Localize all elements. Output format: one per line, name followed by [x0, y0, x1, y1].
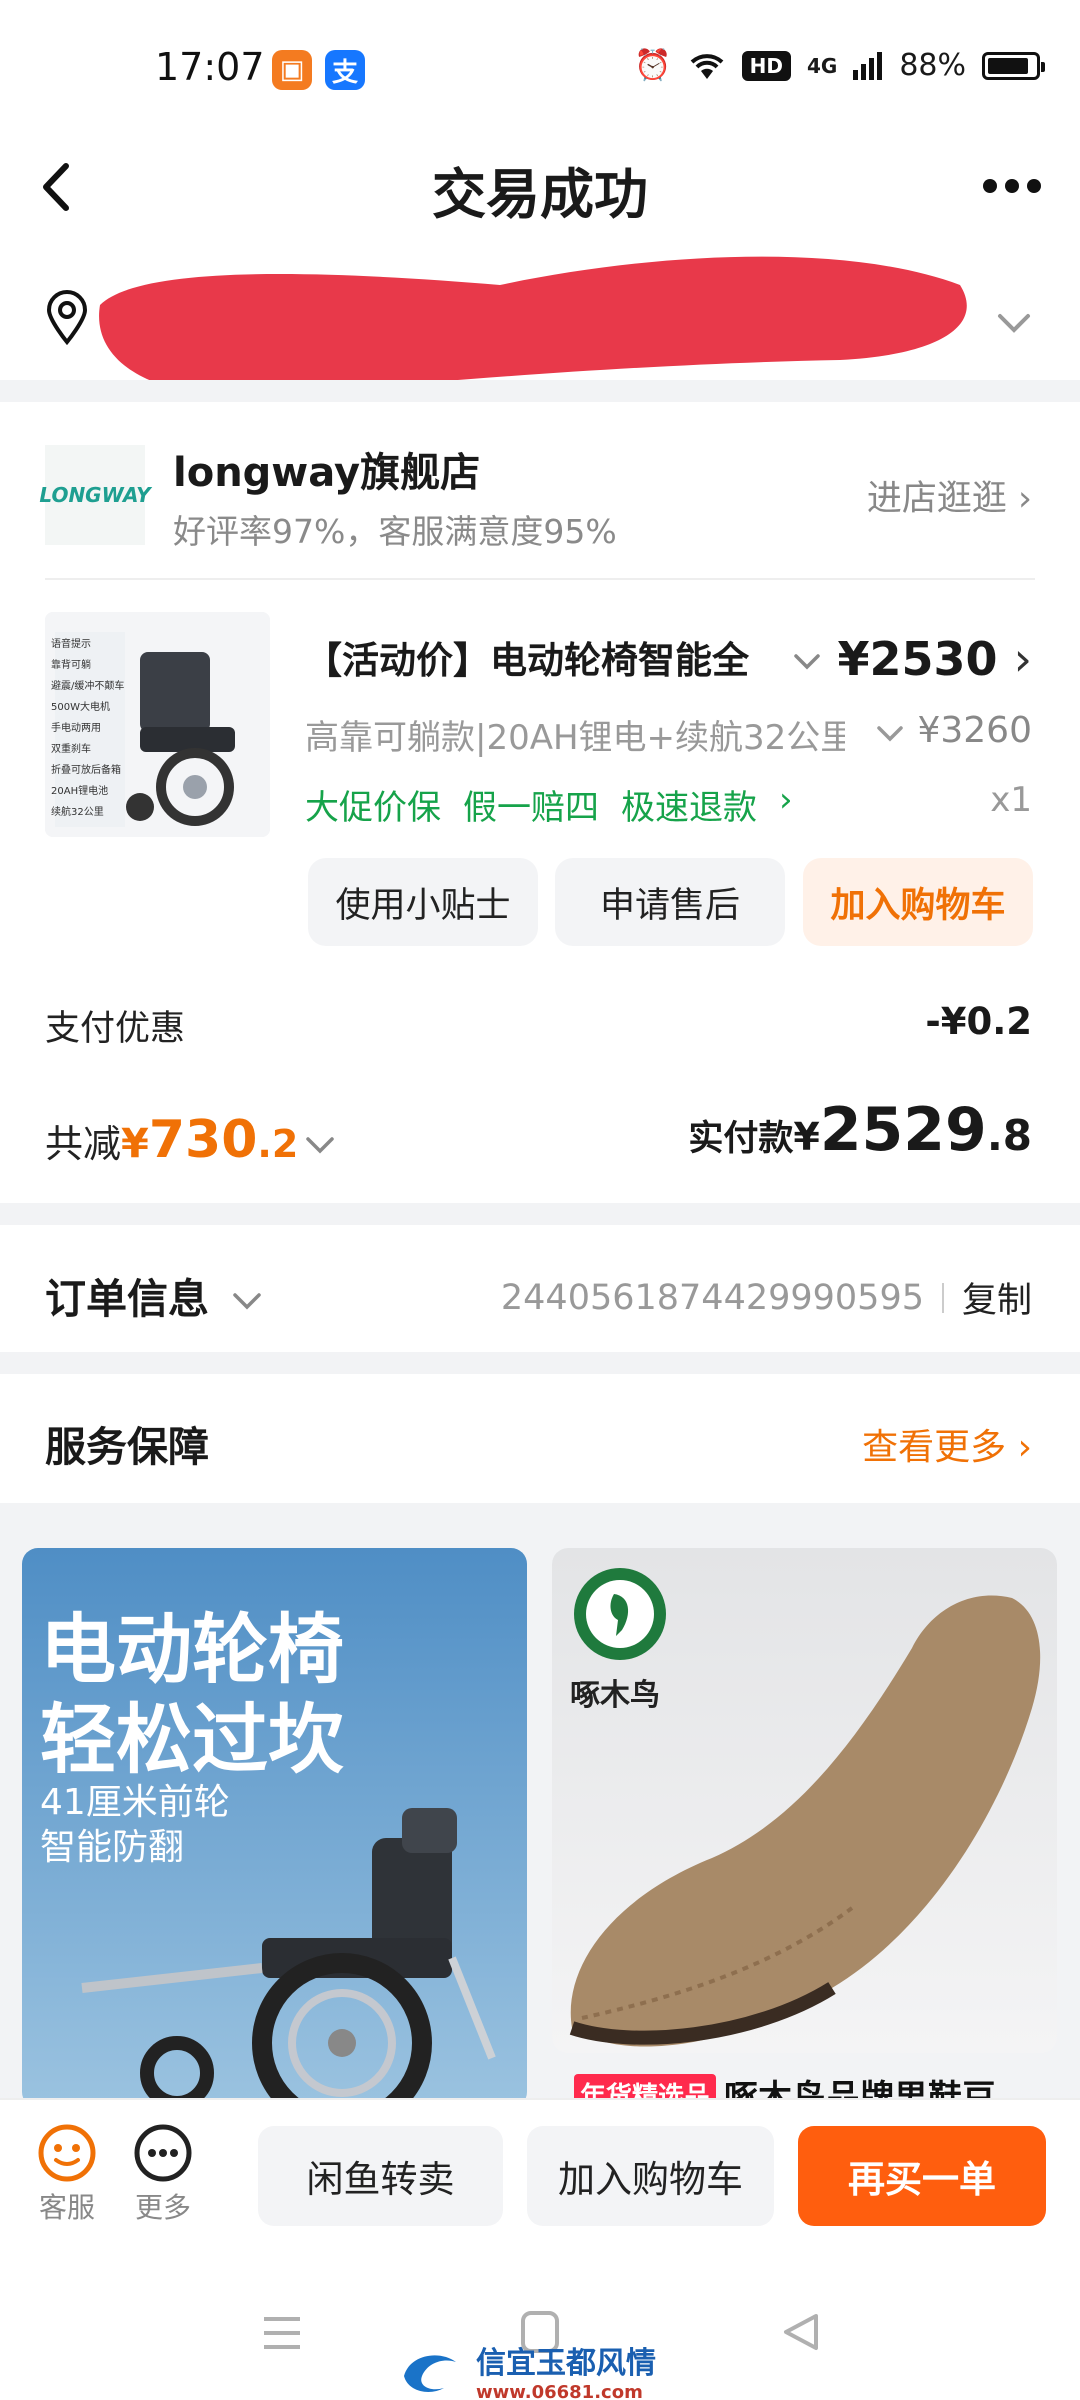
paid-symbol: ¥	[793, 1115, 820, 1159]
battery-percent: 88%	[899, 48, 966, 83]
paid-int: 2529	[819, 1095, 987, 1165]
product-price-value: ¥2530	[837, 632, 998, 686]
store-name[interactable]: longway旗舰店	[173, 440, 480, 498]
promo-fast-refund: 极速退款	[621, 788, 757, 828]
store-logo[interactable]: LONGWAY	[39, 445, 151, 545]
service-title: 服务保障	[45, 1423, 209, 1471]
see-more-label: 查看更多	[862, 1427, 1007, 1468]
chevron-right-icon: ›	[1017, 1427, 1032, 1468]
watermark-line1: 信宜玉都风情	[476, 2346, 656, 2381]
total-cut-label: 共减	[45, 1122, 122, 1166]
visit-store-link[interactable]: 进店逛逛 ›	[867, 470, 1032, 521]
rec2-image: 啄木鸟	[552, 1548, 1057, 2053]
customer-service-label: 客服	[38, 2191, 95, 2224]
battery-fill	[988, 57, 1029, 74]
battery-icon	[982, 51, 1045, 80]
divider	[45, 578, 1035, 580]
rec1-headline-2: 轻松过坎	[40, 1695, 344, 1784]
customer-service-button[interactable]: 客服	[36, 2124, 98, 2226]
product-thumbnail[interactable]: 语音提示 靠背可躺 避震/缓冲不颠车 500W大电机 手电动两用 双重刹车 折叠…	[45, 612, 270, 837]
visit-store-label: 进店逛逛	[866, 479, 1007, 519]
promo-tags[interactable]: 大促价保 假一赔四 极速退款 ›	[305, 780, 793, 829]
product-price[interactable]: ¥2530 ›	[838, 632, 1032, 686]
after-sale-button[interactable]: 申请售后	[555, 858, 785, 946]
address-redaction	[99, 256, 967, 397]
page-title: 交易成功	[432, 163, 648, 226]
alarm-icon: ⏰	[634, 48, 672, 83]
add-to-cart-button[interactable]: 加入购物车	[803, 858, 1033, 946]
resell-button[interactable]: 闲鱼转卖	[258, 2126, 503, 2226]
promo-price-protect: 大促价保	[305, 788, 441, 828]
chevron-right-icon: ›	[1018, 479, 1032, 519]
address-expand-icon[interactable]	[996, 312, 1032, 334]
section-separator	[0, 1352, 1080, 1374]
total-discount[interactable]: 共减 ¥ 730 .2	[45, 1110, 336, 1170]
payment-discount-value: -¥0.2	[925, 1000, 1032, 1043]
chevron-down-icon	[233, 1293, 262, 1310]
order-info-label: 订单信息	[45, 1275, 209, 1323]
menu-nav-icon[interactable]	[262, 2315, 302, 2351]
title-expand-icon[interactable]	[792, 652, 822, 672]
chevron-down-icon	[306, 1137, 335, 1154]
copy-order-button[interactable]: 复制	[962, 1272, 1032, 1323]
total-cut-dec: .2	[257, 1122, 299, 1166]
store-rating: 好评率97%，客服满意度95%	[173, 512, 617, 551]
paid-label: 实付款	[688, 1119, 794, 1159]
back-nav-icon[interactable]	[782, 2312, 820, 2352]
hd-icon: HD	[741, 50, 791, 81]
loafer-shoe-image	[569, 1595, 1041, 2047]
wheelchair-image	[81, 1808, 496, 2108]
product-spec: 高靠可躺款|20AH锂电+续航32公里	[305, 718, 845, 758]
chevron-right-icon: ›	[779, 780, 793, 820]
original-price: ¥3260	[917, 710, 1032, 751]
buy-again-button[interactable]: 再买一单	[798, 2126, 1046, 2226]
section-separator	[0, 1203, 1080, 1225]
bottom-add-cart-button[interactable]: 加入购物车	[527, 2126, 774, 2226]
order-number: 2440561874429990595	[500, 1277, 924, 1318]
order-info-title[interactable]: 订单信息	[45, 1265, 263, 1325]
section-separator	[0, 380, 1080, 402]
network-label: 4G	[806, 53, 838, 78]
usage-tips-button[interactable]: 使用小贴士	[308, 858, 538, 946]
watermark: 信宜玉都风情 www.06681.com	[400, 2338, 656, 2400]
paid-dec: .8	[986, 1111, 1032, 1160]
divider	[941, 1282, 944, 1313]
status-indicators: ⏰ HD 4G 88%	[634, 48, 1045, 83]
payment-discount-label: 支付优惠	[45, 1009, 186, 1049]
notification-app-icon: ▣	[272, 50, 312, 90]
more-button[interactable]: 更多	[132, 2124, 194, 2226]
total-cut-symbol: ¥	[121, 1121, 149, 1167]
more-icon	[134, 2124, 192, 2182]
spec-expand-icon[interactable]	[875, 724, 905, 744]
customer-service-icon	[38, 2124, 96, 2182]
order-number-row: 2440561874429990595 复制	[501, 1272, 1032, 1323]
status-time: 17:07	[155, 45, 265, 89]
watermark-text: 信宜玉都风情 www.06681.com	[476, 2338, 656, 2400]
recommend-card-shoes[interactable]: 啄木鸟 年货精选品 啄木鸟品牌男鞋豆	[552, 1548, 1057, 2108]
product-title[interactable]: 【活动价】电动轮椅智能全	[305, 630, 785, 684]
promo-fake-compensate: 假一赔四	[463, 788, 599, 828]
product-quantity: x1	[990, 780, 1032, 820]
alipay-icon: 支	[325, 50, 365, 90]
watermark-logo	[404, 2354, 456, 2392]
more-options-icon[interactable]	[982, 178, 1042, 194]
recommend-card-wheelchair[interactable]: 电动轮椅 轻松过坎 41厘米前轮 智能防翻	[22, 1548, 527, 2108]
wifi-icon	[690, 53, 723, 79]
chevron-right-icon: ›	[1013, 632, 1032, 686]
signal-icon	[853, 51, 883, 80]
see-more-link[interactable]: 查看更多 ›	[862, 1418, 1032, 1470]
watermark-line2: www.06681.com	[476, 2382, 643, 2400]
paid-amount: 实付款 ¥ 2529 .8	[688, 1095, 1032, 1165]
total-cut-int: 730	[148, 1110, 258, 1170]
more-label: 更多	[134, 2191, 191, 2224]
product-features: 语音提示 靠背可躺 避震/缓冲不颠车 500W大电机 手电动两用 双重刹车 折叠…	[51, 639, 125, 818]
